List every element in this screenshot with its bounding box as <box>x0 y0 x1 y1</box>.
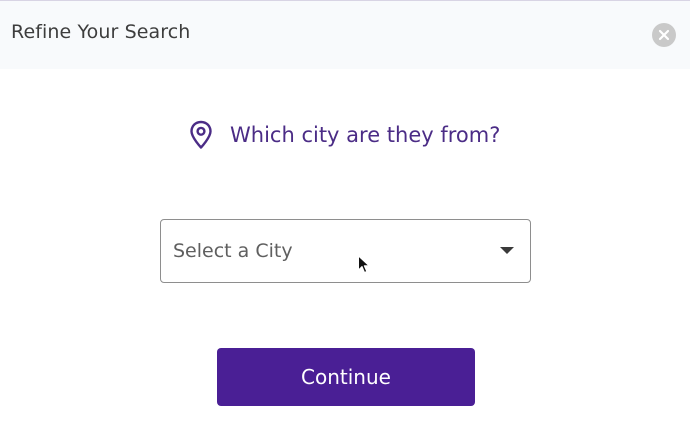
refine-search-dialog: Refine Your Search Which city are they f… <box>0 0 690 433</box>
chevron-down-icon <box>500 247 514 254</box>
close-icon <box>658 29 670 41</box>
close-button[interactable] <box>652 23 676 47</box>
mouse-cursor-icon <box>358 255 370 273</box>
location-pin-icon <box>190 120 212 149</box>
dialog-title: Refine Your Search <box>11 21 191 43</box>
city-select[interactable]: Select a City <box>160 219 531 283</box>
dialog-header: Refine Your Search <box>0 1 690 69</box>
continue-button[interactable]: Continue <box>217 348 475 406</box>
question-text: Which city are they from? <box>230 123 501 147</box>
city-question: Which city are they from? <box>188 120 500 150</box>
city-select-placeholder: Select a City <box>173 240 293 262</box>
